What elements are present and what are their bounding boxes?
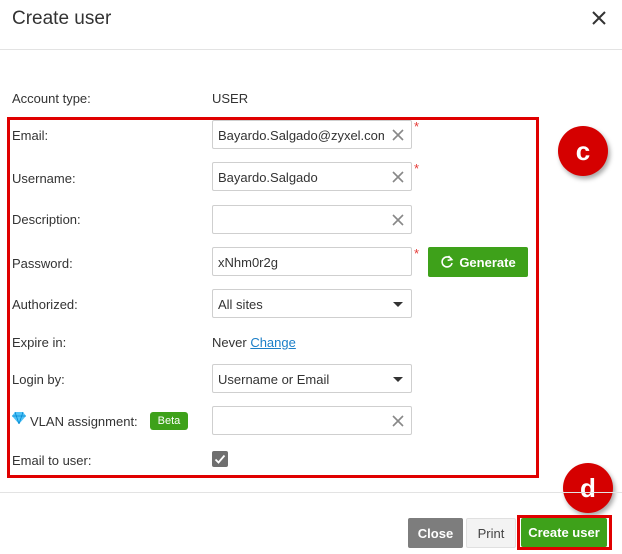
dialog-title: Create user (12, 8, 112, 29)
annotation-d: d (563, 463, 613, 513)
close-icon[interactable] (590, 9, 608, 27)
footer-divider (0, 492, 622, 493)
print-button[interactable]: Print (466, 518, 516, 548)
account-type-value: USER (212, 91, 249, 106)
highlight-box (7, 117, 539, 478)
close-button[interactable]: Close (408, 518, 463, 548)
create-user-button[interactable]: Create user (521, 518, 607, 547)
account-type-label: Account type: (12, 91, 91, 106)
dialog-header: Create user (0, 0, 622, 50)
annotation-c: c (558, 126, 608, 176)
